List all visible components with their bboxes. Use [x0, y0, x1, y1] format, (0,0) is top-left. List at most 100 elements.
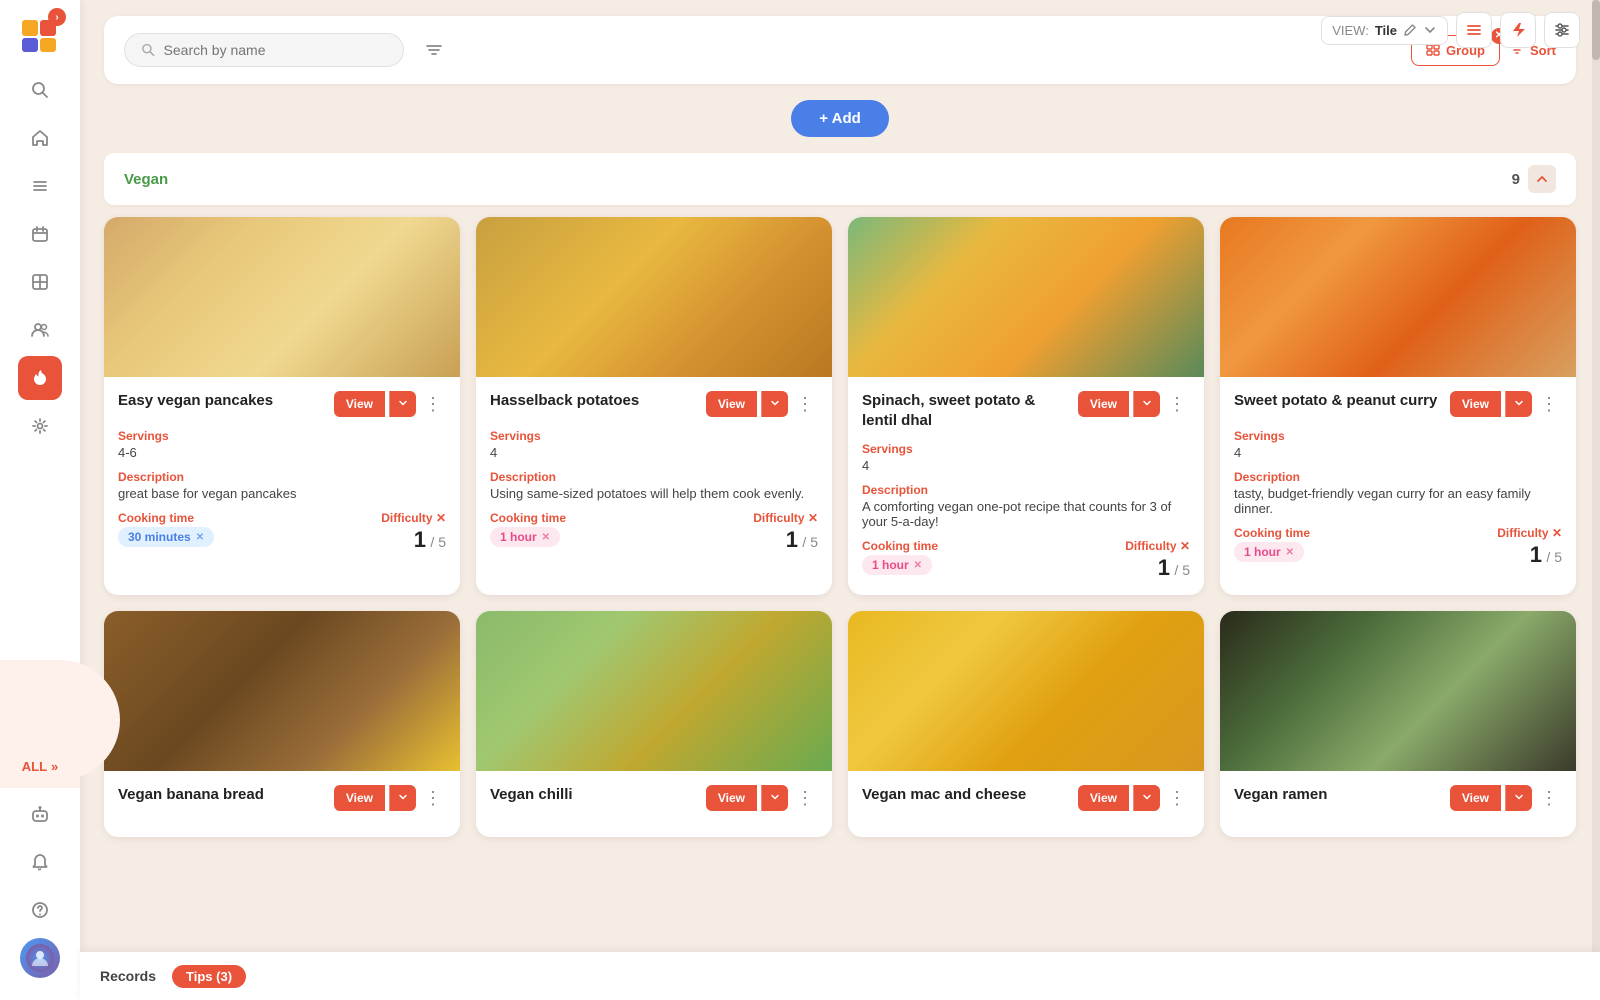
sidebar-item-fire[interactable] — [18, 356, 62, 400]
difficulty-value: 1 / 5 — [381, 527, 446, 553]
group-count: 9 — [1512, 171, 1520, 188]
group-collapse-button[interactable] — [1528, 165, 1556, 193]
card-body: Vegan banana bread View ⋮ — [104, 771, 460, 837]
recipe-card: Vegan mac and cheese View ⋮ — [848, 611, 1204, 837]
card-more-menu[interactable]: ⋮ — [1536, 788, 1562, 809]
view-dropdown[interactable] — [389, 391, 416, 417]
sidebar-item-calendar[interactable] — [18, 212, 62, 256]
view-dropdown[interactable] — [761, 391, 788, 417]
sidebar-item-bot[interactable] — [18, 792, 62, 836]
bottom-bar: Records Tips (3) — [80, 952, 1600, 1000]
card-actions: View ⋮ — [706, 785, 818, 811]
card-more-menu[interactable]: ⋮ — [1536, 394, 1562, 415]
chevron-down-icon — [1423, 23, 1437, 37]
view-dropdown[interactable] — [761, 785, 788, 811]
cooking-time-tag: 1 hour ✕ — [490, 527, 560, 547]
difficulty-close[interactable]: ✕ — [1180, 539, 1190, 553]
user-avatar[interactable] — [18, 936, 62, 980]
card-title: Easy vegan pancakes — [118, 391, 273, 411]
card-more-menu[interactable]: ⋮ — [420, 394, 446, 415]
time-tag-close[interactable]: ✕ — [196, 532, 204, 543]
card-image — [1220, 217, 1576, 377]
difficulty-close[interactable]: ✕ — [1552, 526, 1562, 540]
card-more-menu[interactable]: ⋮ — [420, 788, 446, 809]
card-image — [848, 611, 1204, 771]
card-title: Vegan mac and cheese — [862, 785, 1026, 805]
difficulty-close[interactable]: ✕ — [808, 511, 818, 525]
card-more-menu[interactable]: ⋮ — [792, 394, 818, 415]
card-more-menu[interactable]: ⋮ — [1164, 788, 1190, 809]
description-label: Description — [862, 483, 1190, 497]
card-bottom-row: Cooking time 1 hour ✕ Difficulty ✕ 1 / 5 — [1234, 526, 1562, 568]
sidebar-item-bell[interactable] — [18, 840, 62, 884]
view-dropdown[interactable] — [1133, 391, 1160, 417]
view-dropdown[interactable] — [389, 785, 416, 811]
sidebar-item-list[interactable] — [18, 164, 62, 208]
sidebar-item-search[interactable] — [18, 68, 62, 112]
time-tag-close[interactable]: ✕ — [542, 532, 550, 543]
search-input[interactable] — [164, 42, 387, 58]
card-more-menu[interactable]: ⋮ — [792, 788, 818, 809]
difficulty-section: Difficulty ✕ 1 / 5 — [1125, 539, 1190, 581]
difficulty-close[interactable]: ✕ — [436, 511, 446, 525]
card-body: Easy vegan pancakes View ⋮ Servings 4-6 … — [104, 377, 460, 567]
card-actions: View ⋮ — [1450, 785, 1562, 811]
filter-button[interactable] — [416, 32, 452, 68]
description-label: Description — [1234, 470, 1562, 484]
difficulty-label: Difficulty ✕ — [1125, 539, 1190, 553]
group-tag: Vegan — [124, 171, 168, 188]
view-dropdown[interactable] — [1505, 785, 1532, 811]
cooking-time-tag: 1 hour ✕ — [1234, 542, 1304, 562]
card-image — [104, 217, 460, 377]
card-actions: View ⋮ — [334, 391, 446, 417]
view-dropdown[interactable] — [1505, 391, 1532, 417]
sidebar-item-help[interactable] — [18, 888, 62, 932]
sidebar-item-settings[interactable] — [18, 404, 62, 448]
view-value: Tile — [1375, 23, 1397, 38]
view-button[interactable]: View — [334, 391, 385, 417]
cooking-time-section: Cooking time 30 minutes ✕ — [118, 511, 381, 547]
view-button[interactable]: View — [706, 785, 757, 811]
description-value: A comforting vegan one-pot recipe that c… — [862, 499, 1190, 529]
card-title-row: Hasselback potatoes View ⋮ — [490, 391, 818, 417]
servings-label: Servings — [490, 429, 818, 443]
card-image — [476, 217, 832, 377]
card-title-row: Sweet potato & peanut curry View ⋮ — [1234, 391, 1562, 417]
search-left — [124, 32, 452, 68]
card-body: Spinach, sweet potato & lentil dhal View… — [848, 377, 1204, 595]
add-button[interactable]: + Add — [791, 100, 889, 137]
difficulty-value: 1 / 5 — [1497, 542, 1562, 568]
sidebar-item-home[interactable] — [18, 116, 62, 160]
view-button[interactable]: View — [1078, 785, 1129, 811]
app-logo[interactable]: › — [18, 12, 62, 56]
search-input-wrap[interactable] — [124, 33, 404, 67]
toolbar-flash-btn[interactable] — [1500, 12, 1536, 48]
toolbar-sliders-btn[interactable] — [1544, 12, 1580, 48]
view-selector[interactable]: VIEW: Tile — [1321, 16, 1448, 45]
difficulty-label: Difficulty ✕ — [753, 511, 818, 525]
records-label: Records — [100, 968, 156, 984]
sidebar-item-people[interactable] — [18, 308, 62, 352]
sidebar-all-button[interactable]: ALL » — [0, 744, 80, 788]
card-body: Vegan mac and cheese View ⋮ — [848, 771, 1204, 837]
add-button-wrap: + Add — [104, 100, 1576, 137]
group-header-right: 9 — [1512, 165, 1556, 193]
tips-badge[interactable]: Tips (3) — [172, 965, 246, 988]
view-button[interactable]: View — [1450, 391, 1501, 417]
time-tag-close[interactable]: ✕ — [1286, 547, 1294, 558]
view-button[interactable]: View — [334, 785, 385, 811]
cooking-time-section: Cooking time 1 hour ✕ — [490, 511, 753, 547]
view-dropdown[interactable] — [1133, 785, 1160, 811]
sidebar-item-table[interactable] — [18, 260, 62, 304]
time-tag-close[interactable]: ✕ — [914, 560, 922, 571]
view-button[interactable]: View — [1078, 391, 1129, 417]
card-body: Hasselback potatoes View ⋮ Servings 4 De… — [476, 377, 832, 567]
difficulty-value: 1 / 5 — [753, 527, 818, 553]
card-title: Sweet potato & peanut curry — [1234, 391, 1437, 411]
view-button[interactable]: View — [706, 391, 757, 417]
card-title-row: Vegan ramen View ⋮ — [1234, 785, 1562, 811]
toolbar-list-btn[interactable] — [1456, 12, 1492, 48]
card-more-menu[interactable]: ⋮ — [1164, 394, 1190, 415]
card-title-row: Vegan banana bread View ⋮ — [118, 785, 446, 811]
view-button[interactable]: View — [1450, 785, 1501, 811]
